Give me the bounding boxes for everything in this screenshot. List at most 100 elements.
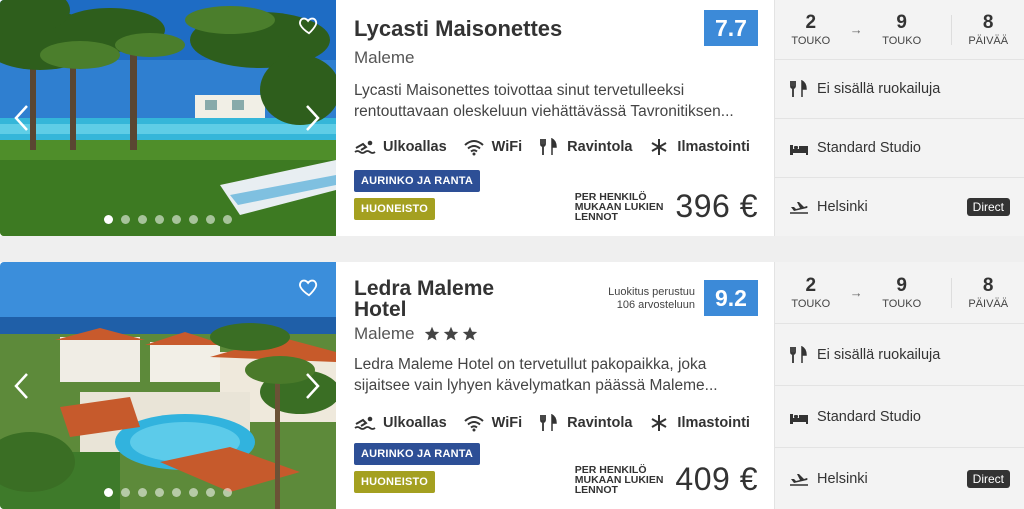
departure-month: TOUKO xyxy=(791,297,831,310)
hotel-info: Lycasti Maisonettes Maleme 7.7 Lycasti M… xyxy=(336,0,774,236)
gallery-dot[interactable] xyxy=(172,215,181,224)
return-day: 9 xyxy=(896,11,907,33)
meals-row[interactable]: Ei sisällä ruokailuja xyxy=(775,324,1024,386)
hotel-photo xyxy=(0,262,336,509)
favorite-heart-icon[interactable] xyxy=(298,276,320,298)
room-text: Standard Studio xyxy=(817,408,921,425)
gallery-dot[interactable] xyxy=(138,215,147,224)
restaurant-icon xyxy=(540,138,557,155)
amenity-wifi: WiFi xyxy=(463,414,522,432)
amenities-list: Ulkoallas WiFi Ravintola Ilmastointi xyxy=(354,138,756,156)
hotel-card[interactable]: Ledra Maleme Hotel Maleme Luokitus perus… xyxy=(0,262,1024,509)
review-score-badge: 7.7 xyxy=(704,10,758,46)
trip-days-label: PÄIVÄÄ xyxy=(968,297,1009,310)
amenity-label: WiFi xyxy=(491,139,523,155)
price-note-line: MUKAAN LUKIEN xyxy=(574,473,664,486)
bed-icon xyxy=(790,413,808,424)
meals-text: Ei sisällä ruokailuja xyxy=(817,346,941,363)
departure-month: TOUKO xyxy=(791,34,831,47)
gallery-dot[interactable] xyxy=(189,215,198,224)
departure-day: 2 xyxy=(805,274,817,296)
swim-icon xyxy=(354,140,376,154)
bed-icon xyxy=(790,145,808,155)
amenity-restaurant: Ravintola xyxy=(538,138,632,156)
amenity-label: Ulkoallas xyxy=(383,415,447,431)
flight-row[interactable]: Helsinki Direct xyxy=(775,448,1024,509)
tags-list: AURINKO JA RANTA HUONEISTO xyxy=(354,170,480,220)
gallery-dot[interactable] xyxy=(121,488,130,497)
hotel-image-gallery[interactable] xyxy=(0,262,336,509)
restaurant-icon xyxy=(790,80,807,97)
hotel-description: Ledra Maleme Hotel on tervetullut pakopa… xyxy=(354,356,718,394)
score-note-line: 106 arvosteluun xyxy=(616,299,695,311)
star-icon xyxy=(425,326,440,341)
gallery-dot[interactable] xyxy=(172,488,181,497)
location-text: Maleme xyxy=(354,324,415,343)
hotel-photo xyxy=(0,0,336,236)
hotel-image-gallery[interactable] xyxy=(0,0,336,236)
departure-date: 2 TOUKO xyxy=(775,274,847,310)
gallery-dots xyxy=(104,488,232,497)
trip-length: 8 PÄIVÄÄ xyxy=(952,275,1024,310)
amenity-ac: Ilmastointi xyxy=(648,414,750,432)
amenity-label: WiFi xyxy=(491,415,523,431)
star-icon xyxy=(444,326,459,341)
amenity-pool: Ulkoallas xyxy=(354,138,447,156)
price-note-line: PER HENKILÖ xyxy=(574,190,647,203)
gallery-dot[interactable] xyxy=(104,215,113,224)
star-rating xyxy=(424,326,478,342)
room-row[interactable]: Standard Studio xyxy=(775,119,1024,178)
gallery-dot[interactable] xyxy=(104,488,113,497)
star-icon xyxy=(463,326,478,341)
direct-flight-badge: Direct xyxy=(966,198,1010,216)
price: 396 € xyxy=(675,188,758,224)
gallery-prev-arrow-icon[interactable] xyxy=(12,103,32,133)
gallery-dot[interactable] xyxy=(138,488,147,497)
amenity-pool: Ulkoallas xyxy=(354,414,447,432)
hotel-name[interactable]: Lycasti Maisonettes xyxy=(354,16,756,42)
flight-row[interactable]: Helsinki Direct xyxy=(775,178,1024,236)
snowflake-icon xyxy=(651,139,667,155)
restaurant-icon xyxy=(790,345,807,363)
tag-apartment: HUONEISTO xyxy=(354,198,435,220)
gallery-dot[interactable] xyxy=(223,488,232,497)
gallery-prev-arrow-icon[interactable] xyxy=(12,371,32,401)
amenity-label: Ulkoallas xyxy=(383,139,447,155)
tag-sun-beach: AURINKO JA RANTA xyxy=(354,443,480,465)
price-note-line: MUKAAN LUKIEN xyxy=(574,200,664,213)
gallery-next-arrow-icon[interactable] xyxy=(302,371,322,401)
swim-icon xyxy=(354,416,376,430)
amenity-label: Ravintola xyxy=(567,415,633,431)
trip-dates: 2 TOUKO → 9 TOUKO 8 PÄIVÄÄ xyxy=(775,262,1024,324)
price-block: PER HENKILÖ MUKAAN LUKIEN LENNOT 409 € xyxy=(575,461,758,498)
hotel-card[interactable]: Lycasti Maisonettes Maleme 7.7 Lycasti M… xyxy=(0,0,1024,236)
gallery-dot[interactable] xyxy=(155,488,164,497)
room-row[interactable]: Standard Studio xyxy=(775,386,1024,448)
gallery-dot[interactable] xyxy=(223,215,232,224)
hotel-results-list: Lycasti Maisonettes Maleme 7.7 Lycasti M… xyxy=(0,0,1024,509)
price-note: PER HENKILÖ MUKAAN LUKIEN LENNOT xyxy=(574,464,664,496)
score-note-line: Luokitus perustuu xyxy=(608,286,695,298)
tag-sun-beach: AURINKO JA RANTA xyxy=(354,170,480,192)
gallery-dot[interactable] xyxy=(189,488,198,497)
favorite-heart-icon[interactable] xyxy=(298,14,320,36)
meals-row[interactable]: Ei sisällä ruokailuja xyxy=(775,60,1024,119)
snowflake-icon xyxy=(651,415,667,431)
amenity-label: Ilmastointi xyxy=(677,139,750,155)
trip-details: 2 TOUKO → 9 TOUKO 8 PÄIVÄÄ Ei sisällä ru… xyxy=(774,0,1024,236)
gallery-dot[interactable] xyxy=(121,215,130,224)
price-note-line: LENNOT xyxy=(574,483,618,496)
hotel-name[interactable]: Ledra Maleme Hotel xyxy=(354,278,544,320)
wifi-icon xyxy=(464,140,484,156)
gallery-dot[interactable] xyxy=(206,488,215,497)
room-text: Standard Studio xyxy=(817,140,921,156)
return-date: 9 TOUKO xyxy=(866,11,938,47)
amenity-label: Ravintola xyxy=(567,139,633,155)
gallery-dot[interactable] xyxy=(155,215,164,224)
gallery-next-arrow-icon[interactable] xyxy=(302,103,322,133)
trip-length: 8 PÄIVÄÄ xyxy=(952,11,1024,47)
hotel-description: Lycasti Maisonettes toivottaa sinut terv… xyxy=(354,82,734,120)
trip-days: 8 xyxy=(982,11,994,33)
departure-date: 2 TOUKO xyxy=(775,12,847,47)
gallery-dot[interactable] xyxy=(206,215,215,224)
